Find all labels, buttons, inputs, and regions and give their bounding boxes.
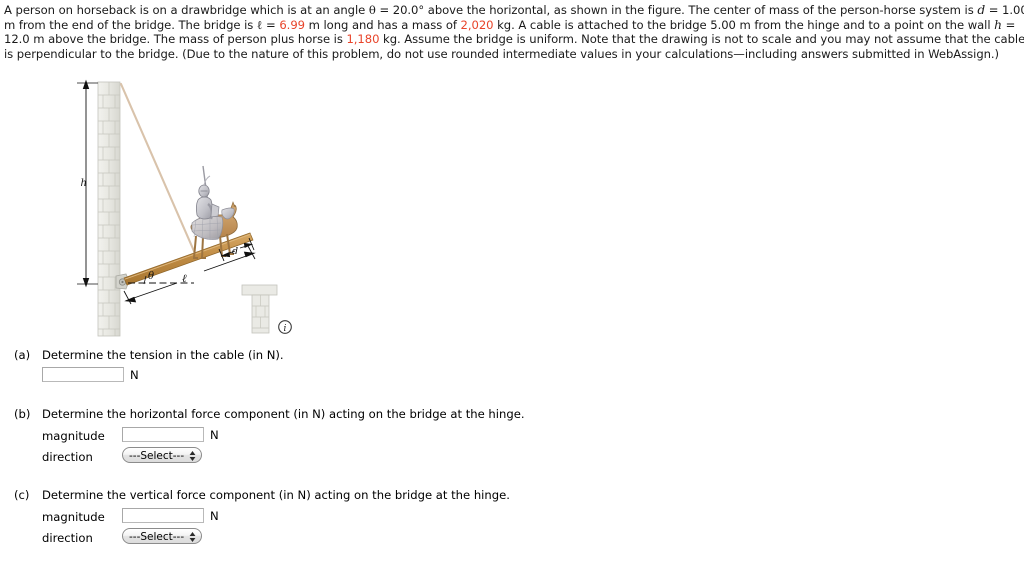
part-c-label: (c) — [14, 488, 30, 502]
figure-label-d: d — [232, 246, 238, 257]
chevron-updown-icon — [189, 531, 196, 543]
part-b-magnitude-label: magnitude — [42, 429, 105, 443]
figure-label-h: h — [81, 178, 87, 189]
figure-label-theta: θ — [148, 271, 154, 282]
svg-text:i: i — [284, 324, 287, 334]
part-b-direction-label: direction — [42, 450, 93, 464]
cable-graphic — [119, 82, 199, 260]
part-a-question: Determine the tension in the cable (in N… — [42, 348, 284, 362]
part-c-magnitude-label: magnitude — [42, 510, 105, 524]
part-c-direction-label: direction — [42, 531, 93, 545]
pillar-graphic — [241, 284, 278, 334]
part-a-label: (a) — [14, 348, 31, 362]
part-b-question: Determine the horizontal force component… — [42, 407, 525, 421]
wall-graphic — [97, 81, 121, 337]
figure-label-ell: ℓ — [182, 272, 187, 285]
problem-statement: A person on horseback is on a drawbridge… — [4, 3, 1024, 61]
part-c-magnitude-unit: N — [210, 509, 219, 523]
part-c-direction-value: ---Select--- — [129, 531, 185, 543]
part-b-direction-value: ---Select--- — [129, 450, 185, 462]
part-c-question: Determine the vertical force component (… — [42, 488, 510, 502]
part-b-direction-select[interactable]: ---Select--- — [122, 447, 203, 463]
part-c-magnitude-input[interactable] — [122, 508, 204, 523]
chevron-updown-icon — [189, 450, 196, 462]
part-b-magnitude-input[interactable] — [122, 427, 204, 442]
part-c-direction-select[interactable]: ---Select--- — [122, 528, 203, 544]
part-a-unit: N — [130, 368, 139, 382]
part-a-tension-input[interactable] — [42, 367, 124, 382]
part-b-magnitude-unit: N — [210, 428, 219, 442]
part-b-label: (b) — [14, 407, 31, 421]
drawbridge-figure: h d θ ℓ i — [72, 78, 312, 340]
info-icon[interactable]: i — [278, 320, 292, 334]
